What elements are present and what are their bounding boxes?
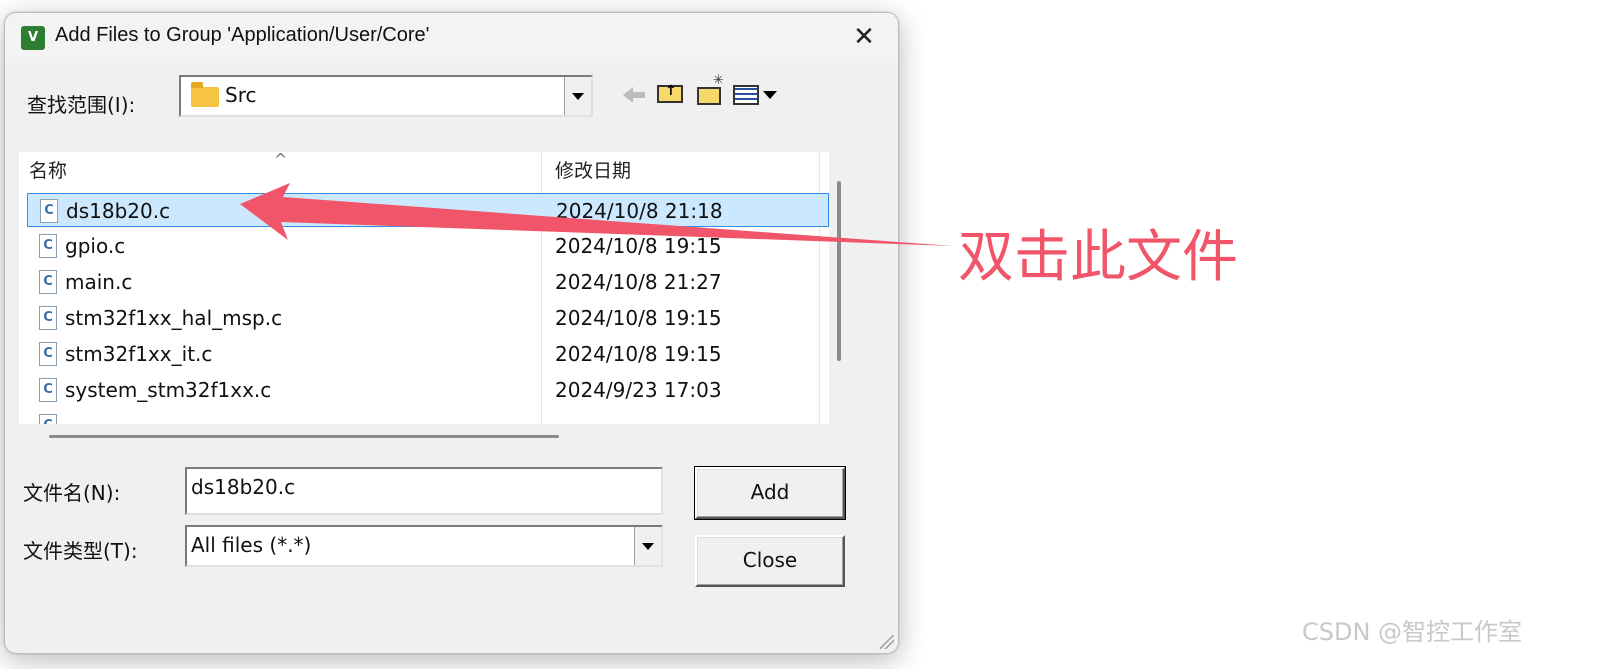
arrow-shape bbox=[240, 183, 953, 246]
annotation-text: 双击此文件 bbox=[958, 225, 1238, 290]
annotation-arrow bbox=[240, 183, 953, 246]
watermark: CSDN @智控工作室 bbox=[1302, 618, 1523, 646]
